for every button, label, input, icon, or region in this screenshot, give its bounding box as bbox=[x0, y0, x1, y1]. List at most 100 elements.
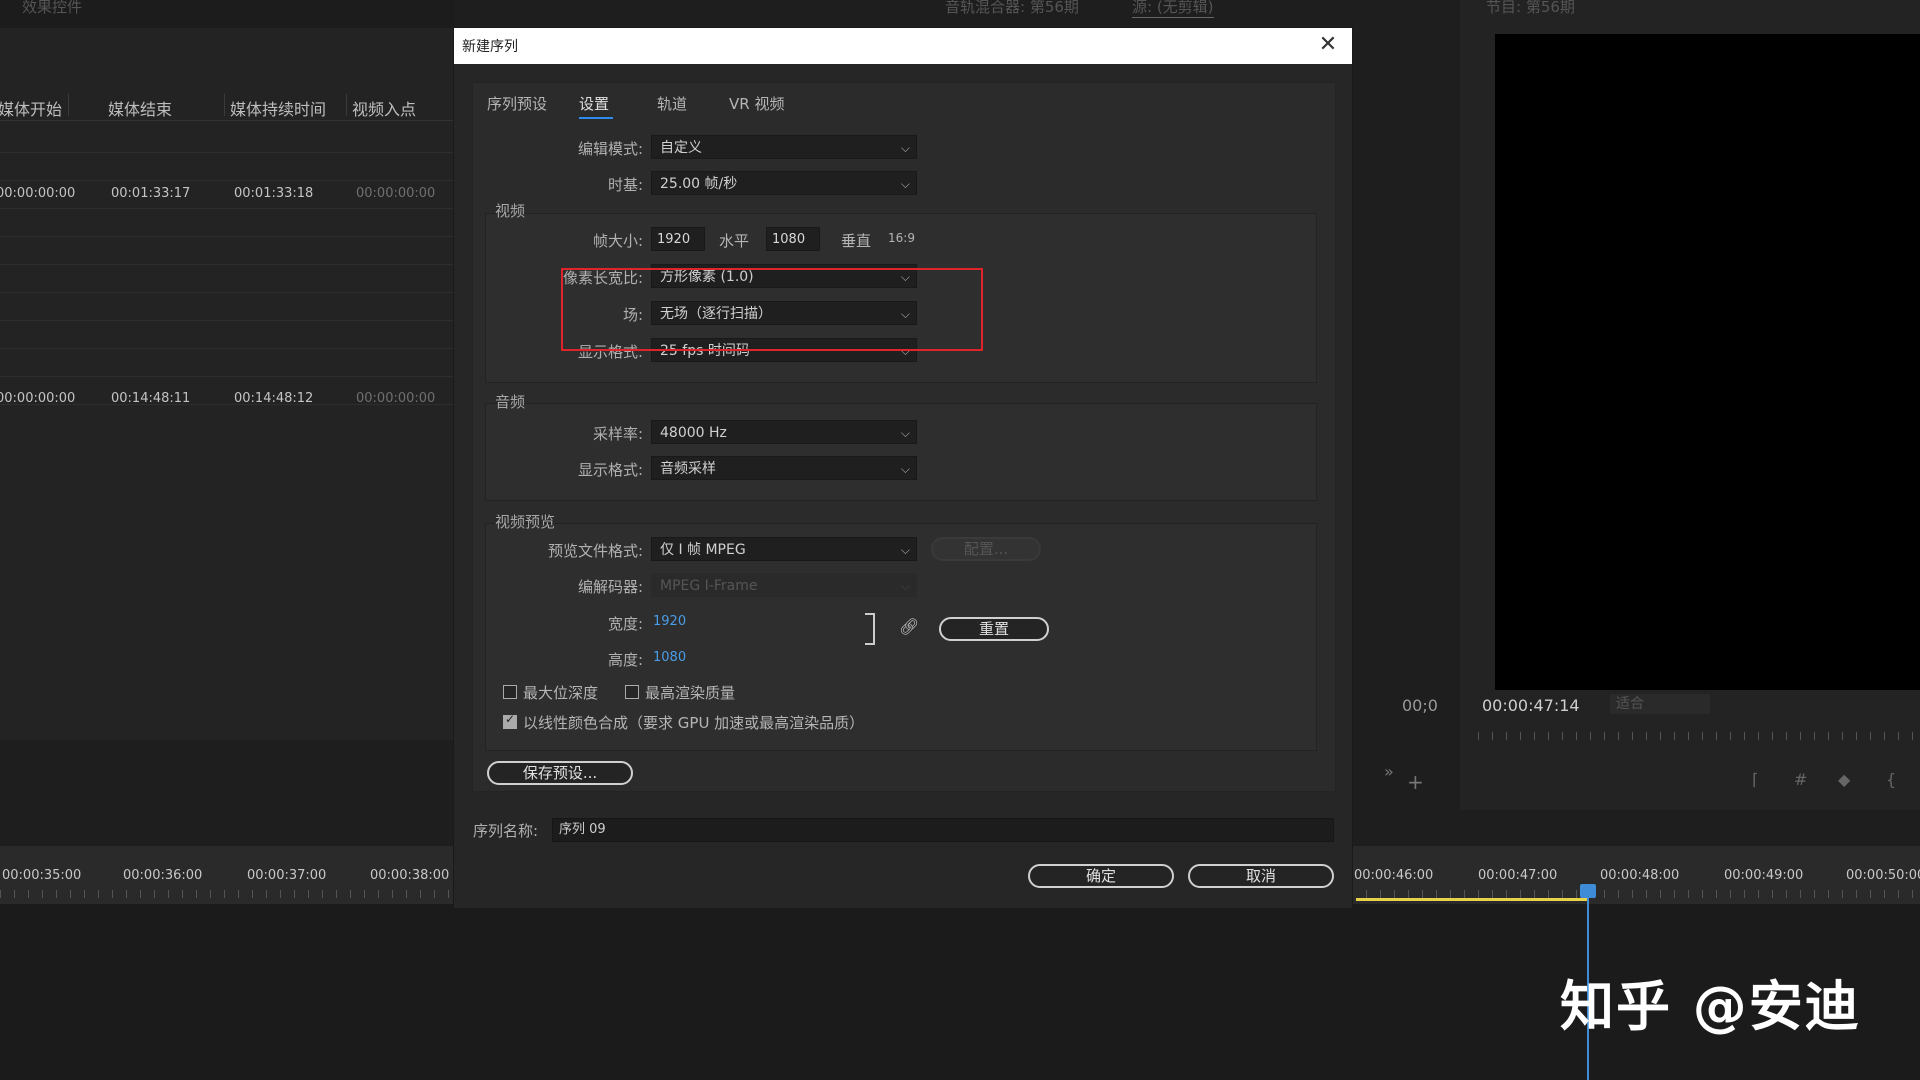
active-tab-indicator bbox=[579, 117, 613, 119]
timeline-ticks bbox=[1352, 890, 1920, 898]
work-area-bar[interactable] bbox=[1356, 898, 1588, 901]
zoom-select[interactable]: 适合 bbox=[1610, 694, 1710, 714]
source-timecode[interactable]: 00;0 bbox=[1402, 696, 1438, 715]
link-bracket bbox=[865, 613, 875, 645]
cell-media-start: 00:00:00:00 bbox=[0, 391, 76, 406]
sample-rate-select[interactable]: 48000 Hz ⌵ bbox=[651, 420, 917, 444]
table-row[interactable]: 00:00:00:00 00:14:48:11 00:14:48:12 00:0… bbox=[0, 391, 455, 409]
timeline-label: 00:00:50:00 bbox=[1846, 868, 1920, 883]
preview-format-label: 预览文件格式: bbox=[547, 542, 643, 560]
marker-icon[interactable]: ◆ bbox=[1838, 770, 1850, 789]
linear-color-checkbox[interactable] bbox=[503, 712, 517, 729]
monitor-ruler[interactable] bbox=[1478, 732, 1920, 740]
chevron-down-icon: ⌵ bbox=[900, 579, 910, 593]
link-icon[interactable]: 🔗︎ bbox=[899, 617, 919, 636]
tab-tracks[interactable]: 轨道 bbox=[657, 93, 687, 114]
audio-display-format-select[interactable]: 音频采样 ⌵ bbox=[651, 456, 917, 480]
height-label: 高度: bbox=[607, 651, 643, 669]
chevron-down-icon: ⌵ bbox=[900, 462, 910, 476]
close-icon: ✕ bbox=[1318, 32, 1338, 57]
sequence-name-input[interactable]: 序列 09 bbox=[552, 818, 1334, 842]
edit-mode-label: 编辑模式: bbox=[577, 140, 643, 158]
cell-media-duration: 00:01:33:18 bbox=[234, 186, 314, 201]
timeline-label: 00:00:37:00 bbox=[247, 868, 327, 883]
col-media-start[interactable]: 媒体开始 bbox=[0, 96, 62, 120]
effect-controls-tab[interactable]: 效果控件 bbox=[22, 0, 82, 17]
monitor-timecode[interactable]: 00:00:47:14 bbox=[1482, 696, 1580, 715]
configure-button[interactable]: 配置... bbox=[931, 537, 1041, 561]
timebase-label: 时基: bbox=[607, 176, 643, 194]
frame-height-input[interactable]: 1080 bbox=[766, 227, 820, 251]
cell-video-in: 00:00:00:00 bbox=[356, 186, 436, 201]
cell-media-start: 00:00:00:00 bbox=[0, 186, 76, 201]
timeline-label: 00:00:35:00 bbox=[2, 868, 82, 883]
linear-color-label: 以线性颜色合成（要求 GPU 加速或最高渲染品质） bbox=[523, 714, 865, 732]
preview-format-value: 仅 I 帧 MPEG bbox=[660, 542, 746, 558]
dialog-title: 新建序列 bbox=[462, 39, 518, 55]
max-render-quality-checkbox[interactable] bbox=[625, 685, 639, 699]
tab-settings[interactable]: 设置 bbox=[579, 93, 609, 114]
cell-video-in: 00:00:00:00 bbox=[356, 391, 436, 406]
sample-rate-value: 48000 Hz bbox=[660, 425, 727, 441]
table-row[interactable]: 00:00:00:00 00:01:33:17 00:01:33:18 00:0… bbox=[0, 186, 455, 204]
video-group-title: 视频 bbox=[495, 202, 526, 220]
audio-mixer-tab[interactable]: 音轨混合器: 第56期 bbox=[945, 0, 1079, 17]
overflow-icon[interactable]: » bbox=[1384, 762, 1394, 781]
horizontal-label: 水平 bbox=[719, 232, 750, 250]
ok-button[interactable]: 确定 bbox=[1028, 864, 1174, 888]
timeline-label: 00:00:49:00 bbox=[1724, 868, 1804, 883]
timeline-label: 00:00:46:00 bbox=[1354, 868, 1434, 883]
close-button[interactable]: ✕ bbox=[1314, 31, 1342, 59]
add-button-icon[interactable]: + bbox=[1407, 770, 1424, 794]
sample-rate-label: 采样率: bbox=[592, 425, 643, 443]
timeline-label: 00:00:36:00 bbox=[123, 868, 203, 883]
frame-width-input[interactable]: 1920 bbox=[651, 227, 705, 251]
preview-format-select[interactable]: 仅 I 帧 MPEG ⌵ bbox=[651, 537, 917, 561]
cancel-button[interactable]: 取消 bbox=[1188, 864, 1334, 888]
col-media-end[interactable]: 媒体结束 bbox=[108, 96, 172, 120]
height-value[interactable]: 1080 bbox=[653, 650, 686, 665]
bracket-icon[interactable]: { bbox=[1886, 770, 1896, 789]
aspect-ratio-text: 16:9 bbox=[888, 231, 915, 245]
col-video-in[interactable]: 视频入点 bbox=[352, 96, 416, 120]
edit-mode-select[interactable]: 自定义 ⌵ bbox=[651, 135, 917, 159]
audio-display-format-value: 音频采样 bbox=[660, 461, 716, 477]
codec-select[interactable]: MPEG I-Frame ⌵ bbox=[651, 573, 917, 597]
mark-in-icon[interactable]: ⌈ bbox=[1752, 770, 1758, 789]
cell-media-end: 00:01:33:17 bbox=[111, 186, 191, 201]
source-tab[interactable]: 源: (无剪辑) bbox=[1132, 0, 1214, 18]
chevron-down-icon: ⌵ bbox=[900, 141, 910, 155]
cell-media-duration: 00:14:48:12 bbox=[234, 391, 314, 406]
timebase-value: 25.00 帧/秒 bbox=[660, 176, 738, 192]
max-render-quality-label: 最高渲染质量 bbox=[645, 684, 736, 702]
dialog-titlebar[interactable]: 新建序列 ✕ bbox=[454, 28, 1352, 64]
width-value[interactable]: 1920 bbox=[653, 614, 686, 629]
tab-vr-video[interactable]: VR 视频 bbox=[729, 93, 784, 114]
save-preset-button[interactable]: 保存预设... bbox=[487, 761, 633, 785]
col-media-duration[interactable]: 媒体持续时间 bbox=[230, 96, 326, 120]
max-bit-depth-checkbox[interactable] bbox=[503, 685, 517, 699]
grid-icon[interactable]: # bbox=[1794, 770, 1807, 789]
chevron-down-icon: ⌵ bbox=[900, 543, 910, 557]
codec-label: 编解码器: bbox=[577, 578, 643, 596]
playhead-handle[interactable] bbox=[1580, 884, 1596, 898]
codec-value: MPEG I-Frame bbox=[660, 578, 758, 594]
column-headers: 媒体开始 媒体结束 媒体持续时间 视频入点 bbox=[0, 92, 455, 121]
audio-display-format-label: 显示格式: bbox=[577, 461, 643, 479]
tab-sequence-presets[interactable]: 序列预设 bbox=[487, 93, 547, 114]
timeline-label: 00:00:48:00 bbox=[1600, 868, 1680, 883]
highlight-box bbox=[561, 268, 983, 351]
reset-button[interactable]: 重置 bbox=[939, 617, 1049, 641]
panel-header: 效果控件 bbox=[0, 0, 455, 28]
chevron-down-icon: ⌵ bbox=[900, 426, 910, 440]
timebase-select[interactable]: 25.00 帧/秒 ⌵ bbox=[651, 171, 917, 195]
width-label: 宽度: bbox=[607, 615, 643, 633]
frame-size-label: 帧大小: bbox=[592, 232, 643, 250]
vertical-label: 垂直 bbox=[841, 232, 872, 250]
timeline-label: 00:00:38:00 bbox=[370, 868, 450, 883]
new-sequence-dialog: 新建序列 ✕ 序列预设 设置 轨道 VR 视频 编辑模式: 自定义 ⌵ 时基: 2… bbox=[453, 27, 1353, 909]
edit-mode-value: 自定义 bbox=[660, 140, 702, 156]
sequence-name-label: 序列名称: bbox=[473, 822, 539, 840]
video-preview-title: 视频预览 bbox=[495, 513, 556, 531]
program-tab[interactable]: 节目: 第56期 bbox=[1486, 0, 1575, 17]
